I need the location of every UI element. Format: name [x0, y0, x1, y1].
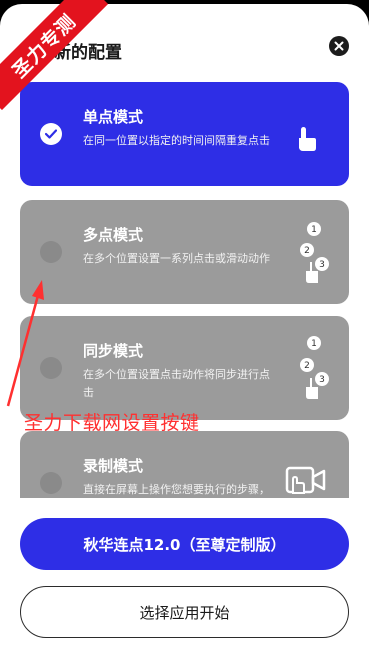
mode-card-sync[interactable]: 同步模式 在多个位置设置点击动作将同步进行点击 1 2 3	[20, 316, 349, 420]
choose-app-button[interactable]: 选择应用开始	[20, 586, 349, 638]
tap-number-2: 2	[304, 246, 310, 256]
mode-radio-selected[interactable]	[40, 123, 62, 145]
single-tap-hand-icon	[299, 127, 316, 151]
mode-list: 单点模式 在同一位置以指定的时间间隔重复点击 多点模式 在多个位置设置一系列点击…	[20, 82, 349, 498]
multi-tap-sequence-icon: 1 2 3	[300, 222, 329, 283]
mode-radio[interactable]	[40, 241, 62, 263]
screen-record-icon	[285, 466, 326, 494]
mode-description: 直接在屏幕上操作您想要执行的步骤，已标操作将自动添加	[83, 483, 270, 496]
mode-title: 多点模式	[83, 226, 144, 244]
mode-radio[interactable]	[40, 472, 62, 494]
mode-title: 同步模式	[83, 342, 144, 360]
tap-number-2: 2	[304, 361, 310, 371]
mode-radio[interactable]	[40, 357, 62, 379]
check-icon	[45, 129, 57, 139]
mode-description: 在同一位置以指定的时间间隔重复点击	[83, 134, 270, 147]
mode-title: 单点模式	[83, 108, 144, 126]
tap-number-1: 1	[311, 339, 317, 349]
tap-number-1: 1	[311, 225, 317, 235]
close-button[interactable]	[329, 36, 349, 56]
mode-card-record[interactable]: 录制模式 直接在屏幕上操作您想要执行的步骤，已标操作将自动添加	[20, 431, 349, 498]
sheet-title: 新的配置	[54, 43, 122, 63]
mode-description: 在多个位置设置点击动作将同步进行点击	[83, 368, 270, 399]
mode-title: 录制模式	[83, 457, 144, 475]
close-icon	[334, 41, 344, 51]
activate-button[interactable]: 秋华连点12.0（至尊定制版）	[20, 518, 349, 570]
mode-description: 在多个位置设置一系列点击或滑动动作	[83, 252, 270, 265]
sync-tap-sequence-icon: 1 2 3	[300, 336, 329, 399]
mode-card-multi[interactable]: 多点模式 在多个位置设置一系列点击或滑动动作 1 2 3	[20, 200, 349, 304]
tap-number-3: 3	[319, 375, 325, 385]
mode-card-single[interactable]: 单点模式 在同一位置以指定的时间间隔重复点击	[20, 82, 349, 186]
tap-number-3: 3	[319, 260, 325, 270]
config-sheet: 新的配置 单点模式 在同一位置以指定的时间间隔重复点击 多点模式 在多个位置设置…	[0, 4, 369, 657]
